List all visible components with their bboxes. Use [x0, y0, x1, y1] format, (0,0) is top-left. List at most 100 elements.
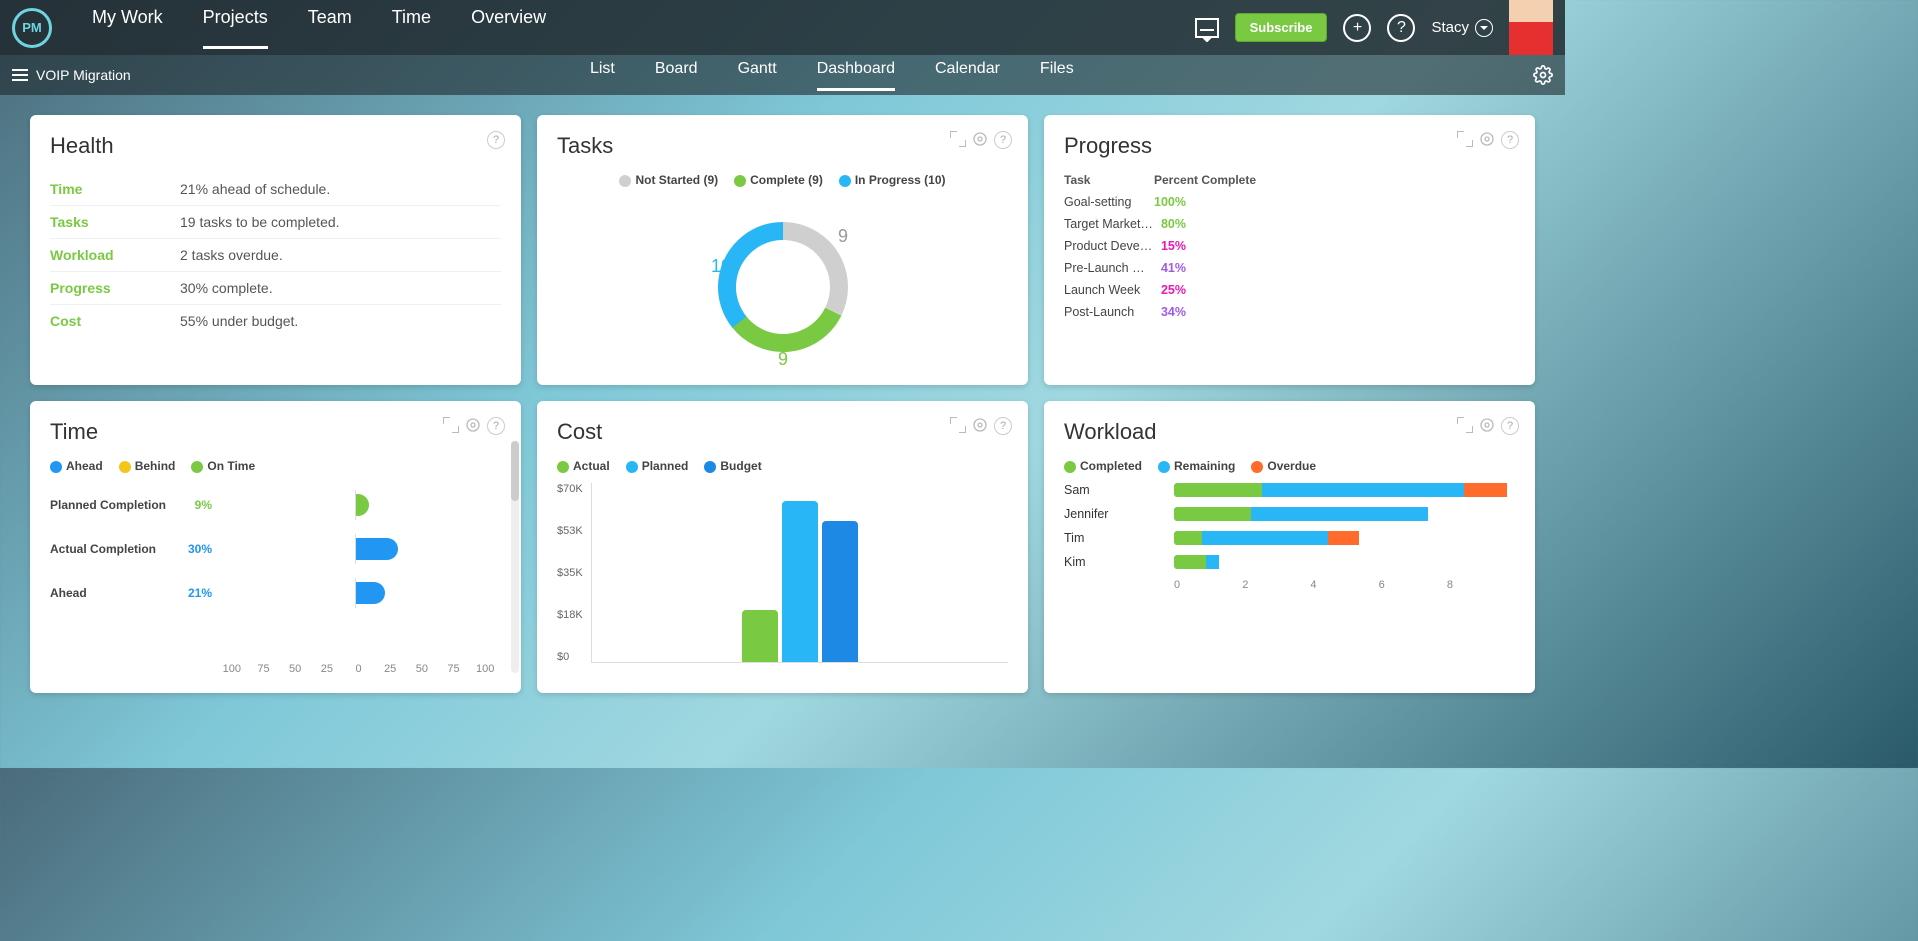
workload-segment — [1251, 507, 1427, 521]
project-selector[interactable]: VOIP Migration — [12, 66, 131, 84]
progress-pct: 80% — [1154, 217, 1194, 231]
donut-label-inprogress: 10 — [711, 256, 731, 276]
user-menu[interactable]: Stacy — [1431, 19, 1493, 37]
health-label: Tasks — [50, 214, 180, 230]
progress-row: Goal-setting 100% — [1064, 195, 1515, 209]
card-title: Tasks — [557, 133, 1008, 159]
workload-name: Jennifer — [1064, 507, 1174, 521]
help-icon[interactable]: ? — [487, 131, 505, 149]
tab-dashboard[interactable]: Dashboard — [817, 60, 895, 91]
progress-card: ? Progress Task Percent Complete Goal-se… — [1044, 115, 1535, 385]
workload-name: Kim — [1064, 555, 1174, 569]
legend-item: On Time — [191, 459, 255, 473]
expand-icon[interactable] — [950, 417, 966, 433]
tasks-card: ? Tasks Not Started (9)Complete (9)In Pr… — [537, 115, 1028, 385]
cost-bar-planned — [782, 501, 818, 662]
expand-icon[interactable] — [443, 417, 459, 433]
health-card: ? Health Time 21% ahead of schedule. Tas… — [30, 115, 521, 385]
tab-list[interactable]: List — [590, 60, 615, 91]
workload-segment — [1202, 531, 1328, 545]
progress-task-name: Product Develop… — [1064, 239, 1154, 253]
add-icon[interactable]: + — [1343, 14, 1371, 42]
workload-segment — [1262, 483, 1464, 497]
workload-bar — [1174, 531, 1515, 545]
top-nav: PM My Work Projects Team Time Overview Subsc… — [0, 0, 1565, 55]
time-bar — [356, 582, 385, 604]
donut-label-complete: 9 — [777, 349, 787, 367]
card-title: Workload — [1064, 419, 1515, 445]
nav-link-overview[interactable]: Overview — [471, 7, 546, 49]
time-row-label: Planned Completion — [50, 498, 180, 512]
expand-icon[interactable] — [950, 131, 966, 147]
subnav-tabs: List Board Gantt Dashboard Calendar Files — [590, 60, 1074, 91]
avatar[interactable] — [1509, 0, 1553, 55]
workload-segment — [1174, 483, 1262, 497]
time-bar — [356, 538, 398, 560]
help-icon[interactable]: ? — [1501, 417, 1519, 435]
workload-name: Tim — [1064, 531, 1174, 545]
scrollbar[interactable] — [511, 441, 519, 673]
health-value: 30% complete. — [180, 280, 273, 296]
expand-icon[interactable] — [1457, 131, 1473, 147]
time-row: Ahead 21% — [50, 571, 501, 615]
nav-links: My Work Projects Team Time Overview — [92, 7, 546, 49]
username-label: Stacy — [1431, 19, 1469, 36]
legend-item: Ahead — [50, 459, 103, 473]
time-card: ? Time AheadBehindOn Time Planned Comple… — [30, 401, 521, 693]
help-icon[interactable]: ? — [1387, 14, 1415, 42]
presentation-icon[interactable] — [1195, 18, 1219, 38]
progress-pct: 15% — [1154, 239, 1194, 253]
tab-board[interactable]: Board — [655, 60, 698, 91]
legend-item: Completed — [1064, 459, 1142, 473]
workload-bar — [1174, 483, 1515, 497]
settings-icon[interactable] — [1533, 65, 1553, 85]
card-title: Progress — [1064, 133, 1515, 159]
tab-gantt[interactable]: Gantt — [738, 60, 777, 91]
expand-icon[interactable] — [1457, 417, 1473, 433]
card-title: Cost — [557, 419, 1008, 445]
progress-pct: 34% — [1154, 305, 1194, 319]
card-title: Time — [50, 419, 501, 445]
nav-link-projects[interactable]: Projects — [203, 7, 268, 49]
workload-chart: Sam Jennifer Tim Kim — [1064, 483, 1515, 569]
subscribe-button[interactable]: Subscribe — [1235, 13, 1328, 42]
workload-segment — [1328, 531, 1359, 545]
cost-bar-budget — [822, 521, 858, 662]
health-label: Progress — [50, 280, 180, 296]
progress-pct: 25% — [1154, 283, 1194, 297]
menu-icon — [12, 66, 28, 84]
tab-calendar[interactable]: Calendar — [935, 60, 1000, 91]
gear-icon[interactable] — [972, 417, 988, 433]
progress-task-name: Launch Week — [1064, 283, 1154, 297]
legend-item: Remaining — [1158, 459, 1235, 473]
health-row: Tasks 19 tasks to be completed. — [50, 206, 501, 239]
help-icon[interactable]: ? — [994, 131, 1012, 149]
gear-icon[interactable] — [972, 131, 988, 147]
progress-task-name: Target Marketing — [1064, 217, 1154, 231]
nav-link-team[interactable]: Team — [308, 7, 352, 49]
project-name-label: VOIP Migration — [36, 67, 131, 83]
card-title: Health — [50, 133, 501, 159]
time-row-label: Ahead — [50, 586, 180, 600]
health-label: Time — [50, 181, 180, 197]
health-label: Workload — [50, 247, 180, 263]
nav-link-time[interactable]: Time — [392, 7, 431, 49]
time-bar — [356, 494, 369, 516]
time-axis: 1007550250255075100 — [50, 663, 501, 675]
progress-task-name: Post-Launch — [1064, 305, 1154, 319]
gear-icon[interactable] — [1479, 131, 1495, 147]
logo[interactable]: PM — [12, 8, 52, 48]
help-icon[interactable]: ? — [1501, 131, 1519, 149]
help-icon[interactable]: ? — [994, 417, 1012, 435]
sub-nav: VOIP Migration List Board Gantt Dashboard Ca… — [0, 55, 1565, 95]
gear-icon[interactable] — [1479, 417, 1495, 433]
health-row: Cost 55% under budget. — [50, 305, 501, 337]
gear-icon[interactable] — [465, 417, 481, 433]
tab-files[interactable]: Files — [1040, 60, 1074, 91]
nav-link-my-work[interactable]: My Work — [92, 7, 163, 49]
help-icon[interactable]: ? — [487, 417, 505, 435]
time-row-value: 21% — [180, 586, 216, 600]
workload-row: Kim — [1064, 555, 1515, 569]
progress-head-task: Task — [1064, 173, 1154, 187]
progress-task-name: Pre-Launch Mark… — [1064, 261, 1154, 275]
